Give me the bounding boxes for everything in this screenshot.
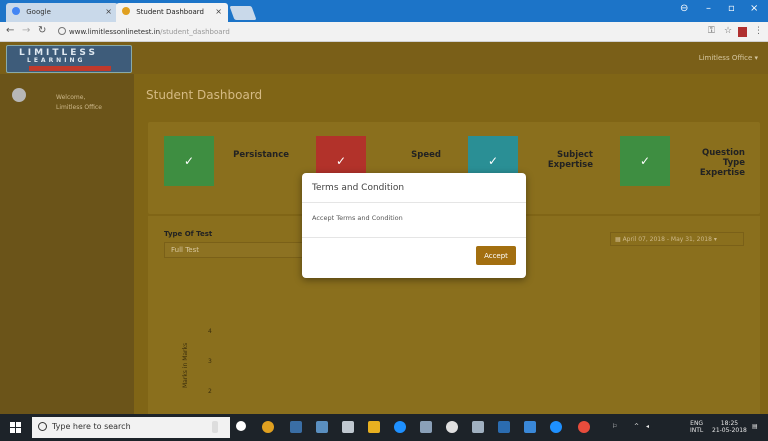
check-icon: ✓ (164, 136, 214, 186)
task-view-icon[interactable] (236, 421, 246, 431)
language-indicator[interactable]: ENG INTL (690, 420, 703, 434)
card-label: Persistance (233, 150, 289, 160)
bookmark-star-icon[interactable]: ☆ (724, 26, 732, 36)
app-icon[interactable] (472, 421, 484, 433)
close-tab-icon[interactable]: × (215, 7, 222, 16)
url-path: /student_dashboard (160, 28, 230, 36)
tray-chevron-icon[interactable]: ^ (634, 423, 639, 430)
check-icon: ✓ (620, 136, 670, 186)
app-icon[interactable] (420, 421, 432, 433)
sidebar-welcome: Welcome, (56, 94, 86, 101)
browser-tab-student-dashboard[interactable]: Student Dashboard × (116, 3, 228, 22)
new-tab-button[interactable] (229, 6, 257, 20)
info-icon (58, 27, 66, 35)
edge-icon[interactable] (394, 421, 406, 433)
app-icon[interactable] (290, 421, 302, 433)
close-window-icon[interactable]: × (750, 3, 758, 14)
browser-toolbar: ← → ↻ www.limitlessonlinetest.in/student… (0, 22, 768, 42)
volume-icon[interactable]: ◂ (646, 423, 649, 430)
key-icon[interactable]: ⚿ (708, 26, 715, 36)
windows-start-icon[interactable] (10, 422, 21, 433)
test-type-select[interactable]: Full Test (164, 242, 304, 258)
clock[interactable]: 18:25 21-05-2018 (712, 420, 747, 434)
y-tick: 3 (208, 358, 212, 365)
page-title: Student Dashboard (146, 88, 263, 102)
opera-icon[interactable] (578, 421, 590, 433)
y-tick: 4 (208, 328, 212, 335)
app-icon[interactable] (342, 421, 354, 433)
menu-kebab-icon[interactable]: ⋮ (754, 26, 763, 36)
caret-down-icon: ▾ (711, 236, 717, 243)
profile-icon[interactable]: ⊖ (680, 3, 688, 14)
close-tab-icon[interactable]: × (105, 7, 112, 16)
date-range-picker[interactable]: ▦ April 07, 2018 - May 31, 2018 ▾ (610, 232, 744, 246)
card-label: Speed (411, 150, 441, 160)
divider (302, 202, 526, 203)
microphone-icon[interactable] (212, 421, 218, 433)
browser-tab-google[interactable]: Google × (6, 3, 118, 22)
notifications-icon[interactable]: ▤ (752, 423, 758, 430)
logo-line2: LEARNING (27, 57, 86, 64)
y-tick: 2 (208, 388, 212, 395)
network-icon[interactable]: ⚐ (612, 423, 617, 430)
accept-button[interactable]: Accept (476, 246, 516, 265)
clock-time: 18:25 (720, 420, 739, 427)
maximize-icon[interactable]: ▫ (728, 3, 735, 14)
google-favicon-icon (12, 7, 20, 15)
browser-tab-strip: Google × Student Dashboard × ⊖ – ▫ × (0, 0, 768, 22)
logo-ribbon (29, 66, 111, 71)
divider (302, 237, 526, 238)
site-favicon-icon (122, 7, 130, 15)
app-header: LIMITLESS LEARNING Limitless Office ▾ (0, 42, 768, 74)
extension-icon[interactable] (738, 27, 747, 37)
test-type-label: Type Of Test (164, 230, 213, 238)
taskbar: Type here to search ⚐ ^ ◂ ENG INTL 18:25… (0, 414, 768, 441)
card-label: Subject Expertise (547, 150, 593, 170)
terms-modal: Terms and Condition Accept Terms and Con… (302, 173, 526, 278)
lang-code: ENG (690, 420, 704, 427)
ie-icon[interactable] (550, 421, 562, 433)
modal-body: Accept Terms and Condition (312, 214, 403, 222)
app-icon[interactable] (316, 421, 328, 433)
app-icon[interactable] (368, 421, 380, 433)
address-bar[interactable]: www.limitlessonlinetest.in/student_dashb… (58, 25, 438, 39)
avatar (12, 88, 26, 102)
url-host: www.limitlessonlinetest.in (69, 28, 161, 36)
clock-date: 21-05-2018 (712, 427, 747, 434)
user-menu[interactable]: Limitless Office ▾ (699, 54, 758, 62)
chrome-icon[interactable] (262, 421, 274, 433)
date-range-text: April 07, 2018 - May 31, 2018 (622, 236, 712, 243)
taskbar-search[interactable]: Type here to search (32, 417, 230, 438)
forward-icon[interactable]: → (22, 25, 30, 36)
sidebar-username: Limitless Office (56, 104, 102, 111)
app-icon[interactable] (524, 421, 536, 433)
region-code: INTL (690, 427, 704, 434)
search-placeholder: Type here to search (52, 422, 131, 431)
y-axis-label: Marks in Marks (182, 342, 189, 388)
card-question-type-expertise[interactable]: ✓ Question Type Expertise (604, 128, 749, 204)
cortana-icon (38, 422, 47, 431)
tab-title: Google (26, 8, 51, 16)
tab-title: Student Dashboard (136, 8, 204, 16)
settings-gear-icon[interactable] (446, 421, 458, 433)
calendar-icon: ▦ (615, 236, 623, 243)
app-icon[interactable] (498, 421, 510, 433)
card-label: Question Type Expertise (699, 148, 745, 178)
reload-icon[interactable]: ↻ (38, 25, 46, 36)
minimize-icon[interactable]: – (706, 3, 711, 14)
card-persistance[interactable]: ✓ Persistance (148, 128, 293, 204)
app-logo[interactable]: LIMITLESS LEARNING (6, 45, 132, 73)
modal-title: Terms and Condition (312, 183, 405, 193)
sidebar: Welcome, Limitless Office (0, 74, 134, 414)
back-icon[interactable]: ← (6, 25, 14, 36)
